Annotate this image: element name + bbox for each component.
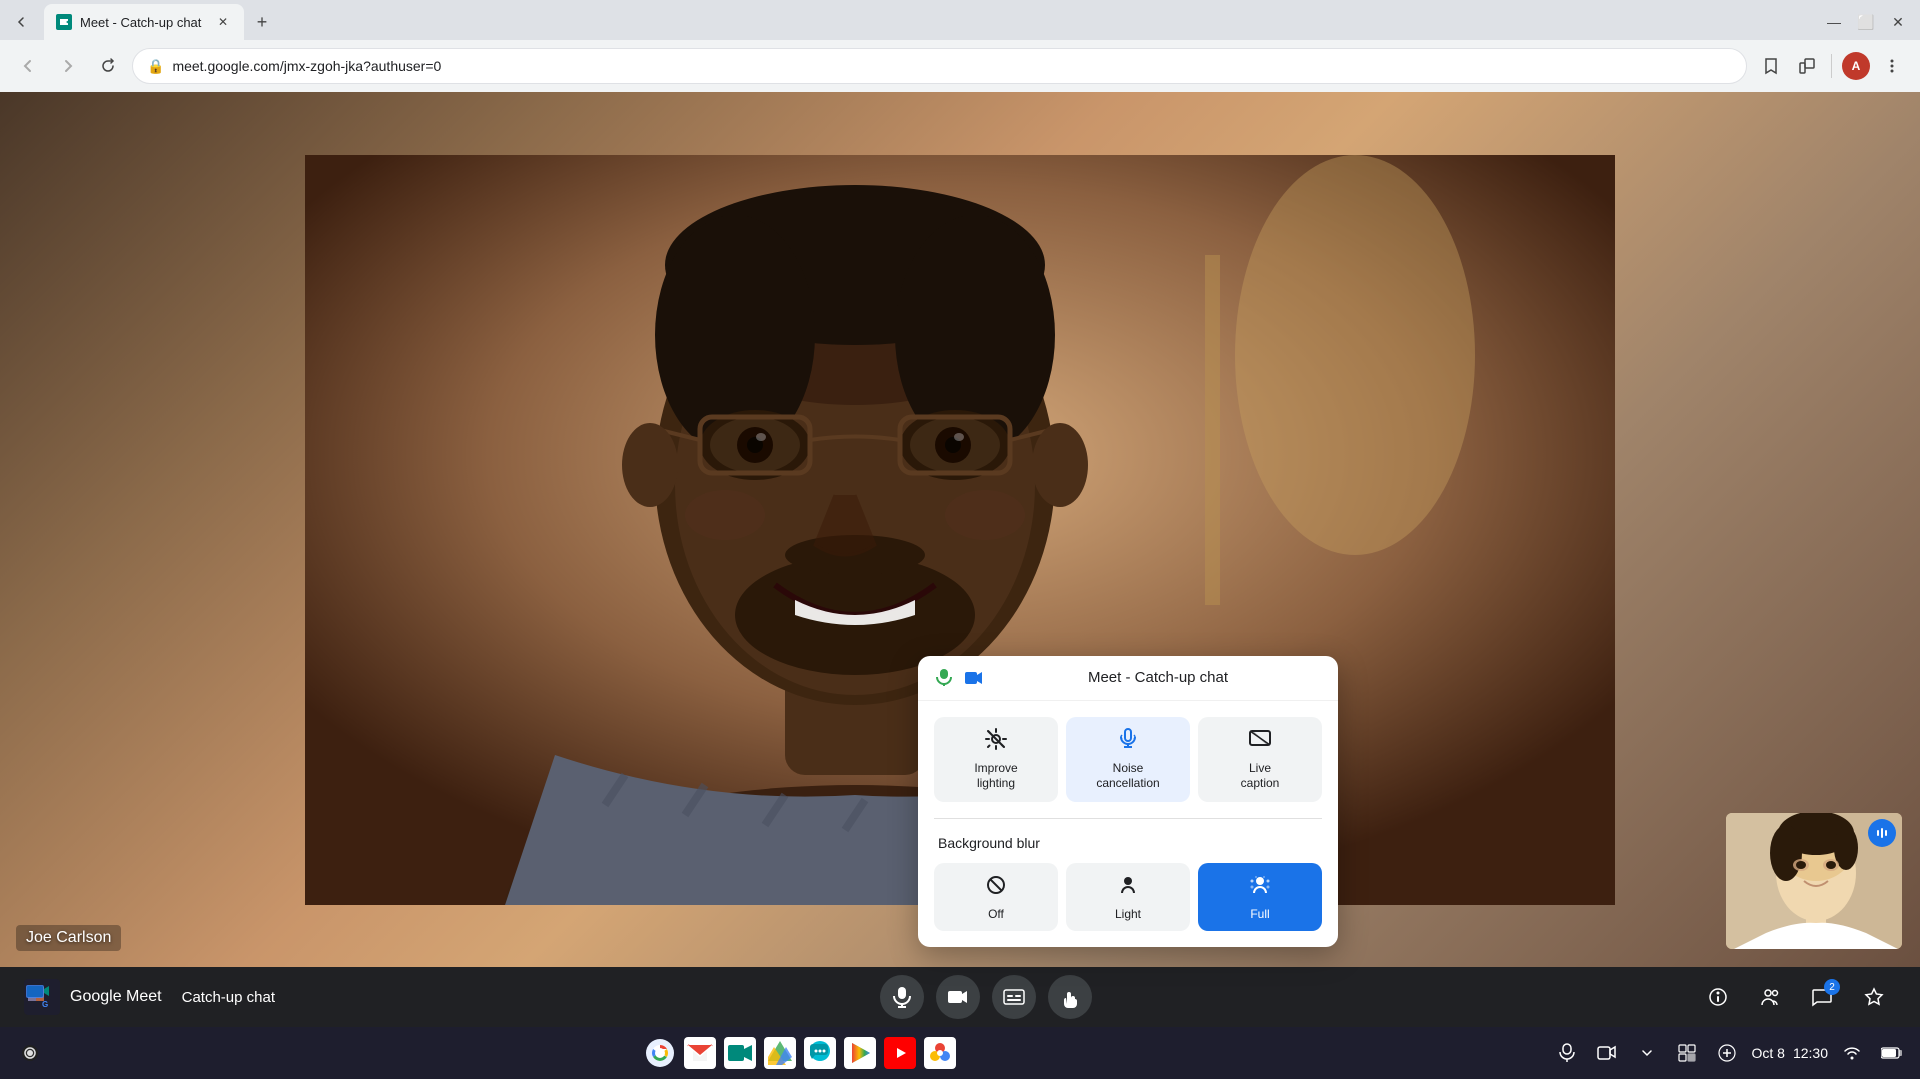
noise-cancellation-label: Noisecancellation	[1096, 761, 1159, 792]
right-controls: 2	[1696, 975, 1896, 1019]
blur-full-icon	[1248, 873, 1272, 903]
address-bar: 🔒 meet.google.com/jmx-zgoh-jka?authuser=…	[0, 40, 1920, 92]
lock-icon: 🔒	[147, 58, 164, 75]
taskbar-right: Oct 8 12:30	[1551, 1037, 1908, 1069]
improve-lighting-icon	[984, 727, 1008, 757]
chat-badge: 2	[1824, 979, 1840, 995]
browser-frame: Meet - Catch-up chat ✕ + — ⬜ ✕ 🔒 meet.go…	[0, 0, 1920, 1079]
speaking-indicator	[1868, 819, 1896, 847]
taskbar-center	[54, 1035, 1545, 1071]
improve-lighting-label: Improvelighting	[974, 761, 1017, 792]
tab-right-area: — ⬜ ✕	[280, 8, 1912, 36]
taskbar-meet[interactable]	[722, 1035, 758, 1071]
taskbar-battery-icon[interactable]	[1876, 1037, 1908, 1069]
info-button[interactable]	[1696, 975, 1740, 1019]
popup-title-text: Meet - Catch-up chat	[994, 669, 1322, 686]
minimize-button[interactable]: —	[1820, 8, 1848, 36]
tab-close-button[interactable]: ✕	[214, 13, 232, 31]
taskbar-photos[interactable]	[922, 1035, 958, 1071]
blur-off-label: Off	[988, 907, 1004, 921]
url-bar[interactable]: 🔒 meet.google.com/jmx-zgoh-jka?authuser=…	[132, 48, 1747, 84]
popup-buttons-row: Improvelighting	[934, 717, 1322, 802]
taskbar-chat[interactable]	[802, 1035, 838, 1071]
menu-button[interactable]	[1876, 50, 1908, 82]
meet-logo-text: Google Meet	[70, 988, 162, 1006]
popup-mic-icon	[934, 668, 954, 688]
blur-light-label: Light	[1115, 907, 1141, 921]
blur-options-row: Off Light	[934, 863, 1322, 931]
taskbar-play[interactable]	[842, 1035, 878, 1071]
new-tab-button[interactable]: +	[248, 8, 276, 36]
popup-effects-section: Improvelighting	[918, 701, 1338, 818]
tab-bar: Meet - Catch-up chat ✕ + — ⬜ ✕	[0, 0, 1920, 40]
noise-cancellation-icon	[1116, 727, 1140, 757]
activities-button[interactable]	[1852, 975, 1896, 1019]
blur-off-icon	[984, 873, 1008, 903]
taskbar-record-icon[interactable]	[12, 1035, 48, 1071]
blur-light-icon	[1116, 873, 1140, 903]
blur-light-button[interactable]: Light	[1066, 863, 1190, 931]
close-button[interactable]: ✕	[1884, 8, 1912, 36]
taskbar-chevron-down-icon[interactable]	[1631, 1037, 1663, 1069]
taskbar-left	[12, 1035, 48, 1071]
raise-hand-button[interactable]	[1048, 975, 1092, 1019]
participant-name-label: Joe Carlson	[16, 925, 121, 951]
url-text: meet.google.com/jmx-zgoh-jka?authuser=0	[172, 58, 1732, 74]
meet-logo-icon: G	[24, 979, 60, 1015]
captions-button[interactable]	[992, 975, 1036, 1019]
taskbar-gmail[interactable]	[682, 1035, 718, 1071]
camera-button[interactable]	[936, 975, 980, 1019]
taskbar-time: 12:30	[1793, 1045, 1828, 1061]
content-area: Joe Carlson	[0, 92, 1920, 1027]
refresh-button[interactable]	[92, 50, 124, 82]
live-caption-icon	[1248, 727, 1272, 757]
bookmark-button[interactable]	[1755, 50, 1787, 82]
profile-avatar: A	[1842, 52, 1870, 80]
meeting-title-label: Catch-up chat	[182, 989, 275, 1006]
taskbar-mic-icon[interactable]	[1551, 1037, 1583, 1069]
popup-camera-icon	[964, 668, 984, 688]
profile-button[interactable]: A	[1840, 50, 1872, 82]
microphone-button[interactable]	[880, 975, 924, 1019]
blur-off-button[interactable]: Off	[934, 863, 1058, 931]
active-tab[interactable]: Meet - Catch-up chat ✕	[44, 4, 244, 40]
taskbar-add-icon[interactable]	[1711, 1037, 1743, 1069]
noise-cancellation-button[interactable]: Noisecancellation	[1066, 717, 1190, 802]
live-caption-label: Livecaption	[1241, 761, 1280, 792]
live-caption-button[interactable]: Livecaption	[1198, 717, 1322, 802]
maximize-button[interactable]: ⬜	[1852, 8, 1880, 36]
taskbar-youtube[interactable]	[882, 1035, 918, 1071]
chat-button[interactable]: 2	[1800, 975, 1844, 1019]
taskbar-chrome[interactable]	[642, 1035, 678, 1071]
improve-lighting-button[interactable]: Improvelighting	[934, 717, 1058, 802]
taskbar-wifi-icon[interactable]	[1836, 1037, 1868, 1069]
extensions-button[interactable]	[1791, 50, 1823, 82]
background-blur-title: Background blur	[934, 835, 1322, 851]
toolbar-divider	[1831, 54, 1832, 78]
tab-favicon	[56, 14, 72, 30]
taskbar-settings-icon[interactable]	[1671, 1037, 1703, 1069]
taskbar: Oct 8 12:30	[0, 1027, 1920, 1079]
forward-button[interactable]	[52, 50, 84, 82]
toolbar-icons: A	[1755, 50, 1908, 82]
controls-bar: G Google Meet Catch-up chat	[0, 967, 1920, 1027]
meet-logo: G Google Meet	[24, 979, 162, 1015]
popup-blur-section: Background blur Off	[918, 819, 1338, 947]
participant-small-video	[1724, 811, 1904, 951]
people-button[interactable]	[1748, 975, 1792, 1019]
taskbar-camera-icon[interactable]	[1591, 1037, 1623, 1069]
tab-title: Meet - Catch-up chat	[80, 15, 206, 30]
blur-full-label: Full	[1250, 907, 1269, 921]
popup-overlay: Meet - Catch-up chat	[918, 656, 1338, 947]
taskbar-date: Oct 8	[1751, 1045, 1784, 1061]
tab-left-controls	[8, 8, 36, 36]
back-button[interactable]	[12, 50, 44, 82]
popup-header: Meet - Catch-up chat	[918, 656, 1338, 701]
taskbar-drive[interactable]	[762, 1035, 798, 1071]
svg-text:G: G	[42, 1000, 48, 1009]
blur-full-button[interactable]: Full	[1198, 863, 1322, 931]
tab-chevron-left[interactable]	[8, 8, 36, 36]
